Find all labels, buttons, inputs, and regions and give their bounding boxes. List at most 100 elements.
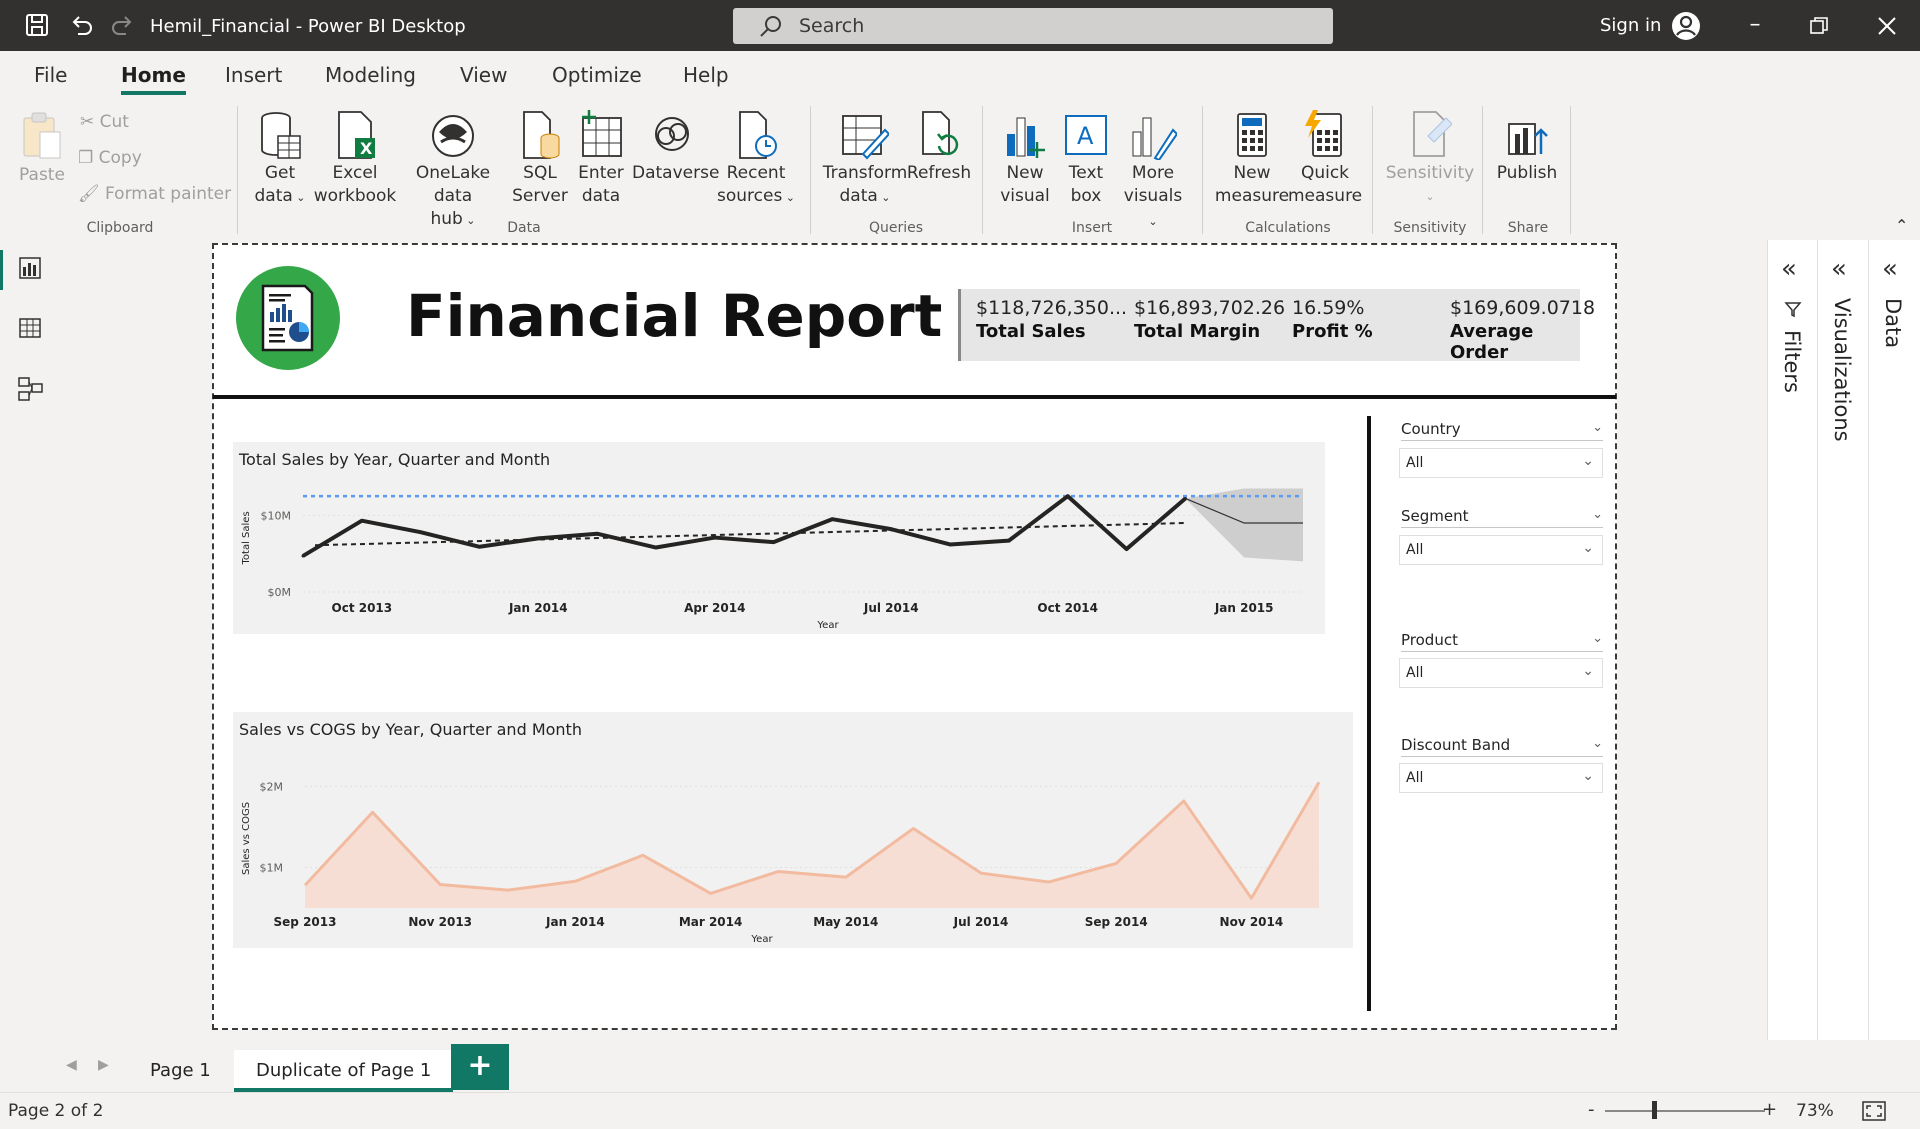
zoom-out-button[interactable]: -: [1588, 1099, 1595, 1120]
quick-measure-button[interactable]: Quick measure: [1288, 110, 1362, 208]
excel-workbook-button[interactable]: X Excel workbook: [312, 110, 398, 208]
restore-icon[interactable]: [1810, 17, 1828, 35]
chevron-down-icon[interactable]: ⌄: [1592, 420, 1603, 435]
report-view-icon[interactable]: [18, 256, 42, 280]
get-data-button[interactable]: Get data ⌄: [252, 110, 308, 209]
zoom-slider-handle[interactable]: [1652, 1101, 1657, 1119]
ribbon-separator: [1570, 106, 1571, 234]
tab-view[interactable]: View: [460, 63, 507, 87]
svg-text:X: X: [360, 139, 373, 158]
redo-icon[interactable]: [110, 12, 136, 38]
chevron-down-icon[interactable]: ⌄: [1592, 507, 1603, 522]
expand-chevron-icon[interactable]: «: [1831, 254, 1847, 284]
recent-label: Recent: [726, 163, 786, 183]
undo-icon[interactable]: [68, 12, 94, 38]
refresh-icon: [922, 111, 959, 155]
chevron-down-icon[interactable]: ⌄: [1592, 736, 1603, 751]
data-point: [948, 542, 952, 546]
table-view-icon[interactable]: [18, 316, 42, 340]
recent-label-2: sources: [716, 186, 783, 206]
new-visual-button[interactable]: New visual: [996, 110, 1054, 208]
close-icon[interactable]: [1877, 16, 1897, 36]
text-box-button[interactable]: A Text box: [1058, 110, 1114, 208]
expand-chevron-icon[interactable]: «: [1781, 254, 1797, 284]
format-painter-button[interactable]: 🖌 Format painter: [78, 184, 231, 204]
tab-modeling[interactable]: Modeling: [325, 63, 416, 87]
ribbon-separator: [1372, 106, 1373, 234]
cut-button[interactable]: ✂ Cut: [80, 112, 129, 132]
scroll-right-icon[interactable]: ▶: [98, 1057, 109, 1073]
chevron-down-icon[interactable]: ⌄: [1592, 631, 1603, 646]
ribbon-separator: [1482, 106, 1483, 234]
kpi-label: Total Margin: [1134, 321, 1261, 342]
quick-measure-icon: [1305, 110, 1342, 157]
expand-chevron-icon[interactable]: «: [1882, 254, 1898, 284]
total-sales-chart[interactable]: Total Sales by Year, Quarter and Month $…: [233, 442, 1325, 634]
tab-optimize[interactable]: Optimize: [552, 63, 642, 87]
slicer-country-dropdown[interactable]: All ⌄: [1399, 448, 1603, 478]
data-point: [1066, 494, 1070, 498]
add-page-button[interactable]: +: [451, 1044, 509, 1090]
save-icon[interactable]: [24, 12, 50, 38]
data-pane[interactable]: « Data: [1868, 240, 1920, 1040]
page-indicator: Page 2 of 2: [8, 1101, 104, 1121]
onelake-data-hub-button[interactable]: OneLake data hub ⌄: [398, 110, 508, 232]
report-logo: [236, 266, 340, 370]
enter-data-button[interactable]: Enter data: [572, 110, 630, 208]
refresh-button[interactable]: Refresh: [906, 110, 972, 185]
dataverse-button[interactable]: Dataverse: [632, 110, 719, 185]
slicer-divider: [1367, 416, 1371, 1011]
sql-server-button[interactable]: SQL Server: [512, 110, 568, 208]
page-tab[interactable]: Page 1: [128, 1050, 233, 1092]
zoom-in-button[interactable]: +: [1762, 1099, 1777, 1120]
slicer-discount-band-dropdown[interactable]: All ⌄: [1399, 763, 1603, 793]
new-visual-label-2: visual: [1000, 186, 1050, 206]
filters-pane[interactable]: « Filters: [1767, 240, 1817, 1040]
account-icon[interactable]: [1670, 10, 1702, 42]
publish-icon: [1508, 123, 1548, 155]
dataverse-icon: [655, 117, 689, 151]
page-tab-active[interactable]: Duplicate of Page 1: [234, 1050, 454, 1092]
sensitivity-button[interactable]: Sensitivity ⌄: [1384, 110, 1476, 208]
more-visuals-button[interactable]: More visuals ⌄: [1118, 110, 1188, 233]
slicer-title-label: Segment: [1401, 507, 1469, 525]
chevron-down-icon: ⌄: [462, 214, 476, 227]
tab-file[interactable]: File: [34, 63, 67, 87]
search-input[interactable]: Search: [733, 8, 1333, 44]
slicer-title-label: Discount Band: [1401, 736, 1511, 754]
kpi-card[interactable]: $118,726,350... Total Sales $16,893,702.…: [958, 289, 1595, 363]
chevron-down-icon: ⌄: [292, 191, 306, 204]
format-painter-icon: 🖌: [78, 184, 100, 204]
slicer-product-dropdown[interactable]: All ⌄: [1399, 658, 1603, 688]
minimize-icon[interactable]: –: [1740, 10, 1770, 40]
collapse-ribbon-icon[interactable]: ⌃: [1895, 216, 1908, 235]
scroll-left-icon[interactable]: ◀: [66, 1057, 77, 1073]
sign-in-link[interactable]: Sign in: [1600, 15, 1661, 36]
search-icon: [760, 16, 781, 37]
sales-vs-cogs-chart[interactable]: Sales vs COGS by Year, Quarter and Month…: [233, 712, 1353, 948]
sql-server-icon: [523, 111, 560, 159]
tab-help[interactable]: Help: [683, 63, 729, 87]
tab-insert[interactable]: Insert: [225, 63, 282, 87]
data-point: [477, 545, 481, 549]
fit-to-page-icon[interactable]: [1862, 1101, 1886, 1121]
recent-sources-button[interactable]: Recent sources ⌄: [716, 110, 796, 209]
transform-data-button[interactable]: Transform data ⌄: [822, 110, 908, 209]
new-measure-button[interactable]: New measure: [1214, 110, 1290, 208]
x-tick-label: Oct 2013: [332, 601, 393, 615]
kpi-value: $16,893,702.26: [1134, 297, 1286, 319]
copy-button[interactable]: ❐ Copy: [78, 148, 142, 168]
visualizations-pane[interactable]: « Visualizations: [1817, 240, 1868, 1040]
status-bar: Page 2 of 2 - + 73%: [0, 1092, 1920, 1129]
paste-button[interactable]: Paste: [16, 110, 68, 187]
transform-label-2: data: [839, 186, 878, 206]
onelake-icon: [432, 115, 474, 157]
ribbon-separator: [982, 106, 983, 234]
slicer-value: All: [1406, 665, 1424, 681]
slicer-segment-dropdown[interactable]: All ⌄: [1399, 535, 1603, 565]
header-divider: [213, 395, 1616, 399]
model-view-icon[interactable]: [18, 376, 44, 402]
zoom-slider[interactable]: [1605, 1110, 1765, 1112]
tab-home[interactable]: Home: [121, 63, 186, 95]
publish-button[interactable]: Publish: [1494, 110, 1560, 185]
